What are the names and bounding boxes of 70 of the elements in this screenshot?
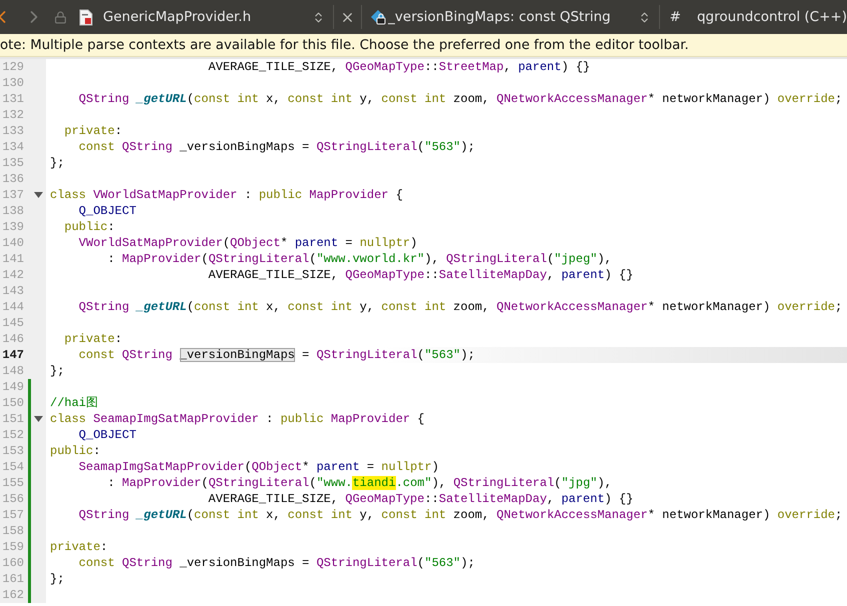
code-line: const QString _versionBingMaps = QStringLiteral("563"); (78, 139, 475, 155)
code-line: : MapProvider(QStringLiteral("www.tiandi.com"), QStringLiteral("jpg"), (106, 475, 612, 491)
line-number: 154 (1, 459, 24, 475)
line-number: 134 (1, 139, 24, 155)
code-line: Q_OBJECT (78, 427, 136, 443)
line-number: 141 (1, 251, 24, 267)
line-number: 160 (1, 555, 24, 571)
header-file-icon (79, 8, 93, 26)
line-number: 156 (1, 491, 24, 507)
line-number: 130 (1, 75, 24, 91)
line-number: 157 (1, 507, 24, 523)
code-line: }; (49, 571, 64, 587)
symbol-dropdown[interactable]: _versionBingMaps: const QString (388, 9, 638, 25)
lock-icon[interactable] (54, 10, 67, 24)
code-line: class SeamapImgSatMapProvider : public MapProvider { (49, 411, 425, 427)
line-number: 145 (1, 315, 24, 331)
symbol-lock-icon (370, 8, 388, 26)
code-line: QString _getURL(const int x, const int y, const int zoom, QNetworkAccessManager* networkManager) override; (78, 91, 842, 107)
line-number: 131 (1, 91, 24, 107)
code-line: AVERAGE_TILE_SIZE, QGeoMapType::SatelliteMapDay, parent) {} (207, 267, 634, 283)
project-marker: # (670, 9, 681, 25)
fold-arrow-icon[interactable] (34, 416, 43, 422)
line-number: 161 (1, 571, 24, 587)
line-number: 151 (1, 411, 24, 427)
line-number: 158 (1, 523, 24, 539)
line-number: 144 (1, 299, 24, 315)
code-line: const QString _versionBingMaps = QStringLiteral("563"); (78, 555, 475, 571)
code-line: const QString _versionBingMaps = QStringLiteral("563"); (78, 347, 475, 363)
code-line: : MapProvider(QStringLiteral("www.vworld.kr"), QStringLiteral("jpeg"), (106, 251, 612, 267)
line-number: 159 (1, 539, 24, 555)
line-number: 150 (1, 395, 24, 411)
code-line: AVERAGE_TILE_SIZE, QGeoMapType::StreetMap, parent) {} (207, 59, 590, 75)
code-line: public: (63, 219, 115, 235)
line-number: 149 (1, 379, 24, 395)
code-line: QString _getURL(const int x, const int y, const int zoom, QNetworkAccessManager* networkManager) override; (78, 507, 842, 523)
line-number: 140 (1, 235, 24, 251)
code-line: Q_OBJECT (78, 203, 136, 219)
line-number: 152 (1, 427, 24, 443)
code-line: }; (49, 155, 64, 171)
line-number: 142 (1, 267, 24, 283)
line-number: 155 (1, 475, 24, 491)
line-number: 143 (1, 283, 24, 299)
line-number: 138 (1, 203, 24, 219)
code-line: class VWorldSatMapProvider : public MapProvider { (49, 187, 403, 203)
code-line: private: (63, 331, 122, 347)
line-number: 132 (1, 107, 24, 123)
code-line: }; (49, 363, 64, 379)
fold-arrow-icon[interactable] (34, 192, 43, 198)
line-number: 136 (1, 171, 24, 187)
line-number: 139 (1, 219, 24, 235)
code-line: VWorldSatMapProvider(QObject* parent = nullptr) (78, 235, 418, 251)
code-line: QString _getURL(const int x, const int y, const int zoom, QNetworkAccessManager* networkManager) override; (78, 299, 842, 315)
code-line: private: (49, 539, 108, 555)
code-line: private: (63, 123, 122, 139)
line-number: 147 (1, 347, 24, 363)
notice-text: ote: Multiple parse contexts are available for this file. Choose the preferred one from the editor toolbar. (0, 38, 689, 52)
line-number: 148 (1, 363, 24, 379)
code-line: //hai图 (49, 395, 98, 411)
code-line: public: (49, 443, 100, 459)
line-number: 162 (1, 587, 24, 603)
project-selector[interactable]: qgroundcontrol (C++) (696, 9, 847, 25)
code-line: SeamapImgSatMapProvider(QObject* parent = nullptr) (78, 459, 439, 475)
line-number: 146 (1, 331, 24, 347)
line-number: 133 (1, 123, 24, 139)
line-number: 129 (1, 59, 24, 75)
code-line: AVERAGE_TILE_SIZE, QGeoMapType::SatelliteMapDay, parent) {} (207, 491, 634, 507)
line-number: 137 (1, 187, 24, 203)
line-number: 135 (1, 155, 24, 171)
line-number: 153 (1, 443, 24, 459)
file-name-dropdown[interactable]: GenericMapProvider.h (103, 9, 312, 25)
